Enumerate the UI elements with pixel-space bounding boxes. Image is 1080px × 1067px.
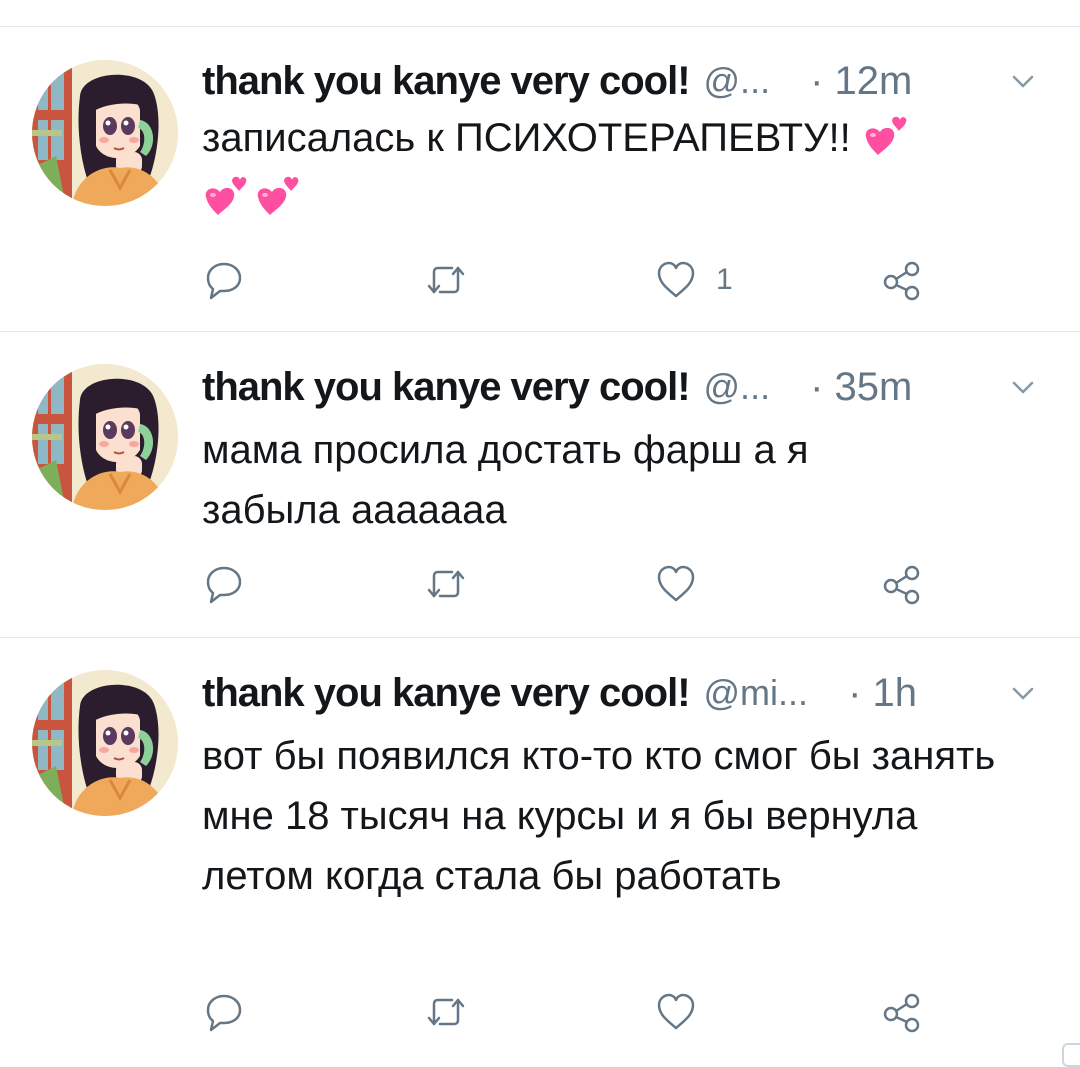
avatar-image (32, 670, 178, 816)
retweet-icon (427, 998, 465, 1026)
heart-icon (657, 565, 695, 602)
reply-icon (206, 262, 242, 300)
reply-button[interactable] (202, 990, 264, 1034)
chevron-down-icon[interactable] (1010, 374, 1036, 400)
tweet-text: мама просила достать фарш а я забыла ааа… (202, 428, 809, 532)
tweet-text: записалась к ПСИХОТЕРАПЕВТУ!! (202, 108, 1032, 228)
tweet-header: thank you kanye very cool! @mi... · 1h (202, 668, 1040, 718)
share-button[interactable] (880, 258, 924, 302)
share-icon (883, 565, 920, 605)
tweet-item[interactable]: thank you kanye very cool! @mi... · 1h в… (0, 638, 1080, 1067)
retweet-icon (427, 266, 465, 294)
heart-icon (657, 261, 695, 298)
handle[interactable]: @... (704, 60, 771, 102)
tweet-actions: 1 (202, 258, 942, 302)
like-button[interactable] (654, 562, 716, 606)
tweet-item[interactable]: thank you kanye very cool! @... · 12m за… (0, 0, 1080, 332)
avatar-image (32, 60, 178, 206)
reply-button[interactable] (202, 562, 264, 606)
avatar[interactable] (32, 60, 178, 206)
tweet-header: thank you kanye very cool! @... · 35m (202, 362, 1040, 412)
tweet-actions (202, 990, 942, 1034)
tweet-actions (202, 562, 942, 606)
display-name[interactable]: thank you kanye very cool! (202, 671, 691, 716)
tweet-text: вот бы появился кто-то кто смог бы занят… (202, 734, 996, 898)
reply-button[interactable] (202, 258, 264, 302)
share-button[interactable] (880, 990, 924, 1034)
like-count: 1 (716, 263, 733, 296)
tweet-header: thank you kanye very cool! @... · 12m (202, 56, 1040, 106)
handle[interactable]: @mi... (704, 672, 809, 714)
timestamp[interactable]: · 35m (810, 365, 912, 410)
retweet-icon (427, 570, 465, 598)
tweet-body: записалась к ПСИХОТЕРАПЕВТУ!! (202, 116, 851, 160)
tweet-item[interactable]: thank you kanye very cool! @... · 35m ма… (0, 332, 1080, 638)
share-button[interactable] (880, 562, 924, 606)
heart-icon (657, 993, 695, 1030)
retweet-button[interactable] (424, 562, 486, 606)
two-hearts-emoji (862, 115, 908, 157)
like-button[interactable] (654, 990, 716, 1034)
display-name[interactable]: thank you kanye very cool! (202, 59, 691, 104)
share-icon (883, 261, 920, 301)
chevron-down-icon[interactable] (1010, 680, 1036, 706)
two-hearts-emoji (254, 175, 300, 217)
display-name[interactable]: thank you kanye very cool! (202, 365, 691, 410)
corner-indicator (1062, 1043, 1080, 1067)
timestamp[interactable]: · 12m (810, 59, 912, 104)
retweet-button[interactable] (424, 990, 486, 1034)
two-hearts-emoji (202, 175, 248, 217)
like-button[interactable]: 1 (654, 258, 733, 302)
share-icon (883, 993, 920, 1033)
avatar[interactable] (32, 364, 178, 510)
avatar-image (32, 364, 178, 510)
reply-icon (206, 566, 242, 604)
handle[interactable]: @... (704, 366, 771, 408)
timestamp[interactable]: · 1h (848, 671, 917, 716)
chevron-down-icon[interactable] (1010, 68, 1036, 94)
retweet-button[interactable] (424, 258, 486, 302)
reply-icon (206, 994, 242, 1032)
avatar[interactable] (32, 670, 178, 816)
